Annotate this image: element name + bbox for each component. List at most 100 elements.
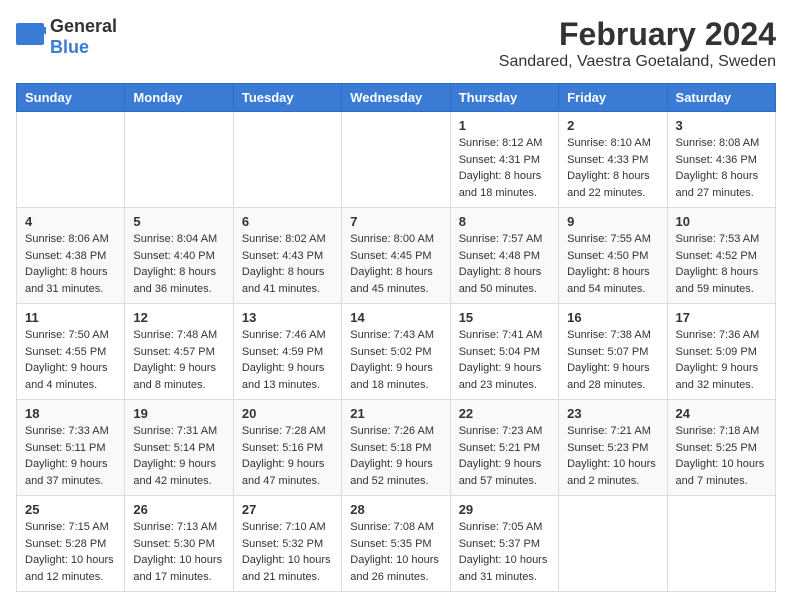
day-info: Sunrise: 7:43 AMSunset: 5:02 PMDaylight:…	[350, 327, 441, 393]
calendar-cell	[342, 112, 450, 208]
calendar-cell: 23 Sunrise: 7:21 AMSunset: 5:23 PMDayligh…	[559, 400, 667, 496]
calendar-cell: 24 Sunrise: 7:18 AMSunset: 5:25 PMDayligh…	[667, 400, 775, 496]
calendar-cell	[667, 496, 775, 592]
day-number: 26	[133, 502, 224, 517]
day-number: 9	[567, 214, 658, 229]
logo-general: General	[50, 16, 117, 36]
calendar-cell: 8 Sunrise: 7:57 AMSunset: 4:48 PMDaylight…	[450, 208, 558, 304]
day-number: 18	[25, 406, 116, 421]
weekday-header-sunday: Sunday	[17, 84, 125, 112]
month-year-title: February 2024	[499, 16, 776, 53]
day-info: Sunrise: 7:23 AMSunset: 5:21 PMDaylight:…	[459, 423, 550, 489]
weekday-header-row: SundayMondayTuesdayWednesdayThursdayFrid…	[17, 84, 776, 112]
day-info: Sunrise: 7:28 AMSunset: 5:16 PMDaylight:…	[242, 423, 333, 489]
day-number: 23	[567, 406, 658, 421]
calendar-cell: 9 Sunrise: 7:55 AMSunset: 4:50 PMDaylight…	[559, 208, 667, 304]
calendar-cell	[125, 112, 233, 208]
day-info: Sunrise: 7:15 AMSunset: 5:28 PMDaylight:…	[25, 519, 116, 585]
logo-icon	[16, 23, 46, 51]
calendar-cell: 28 Sunrise: 7:08 AMSunset: 5:35 PMDayligh…	[342, 496, 450, 592]
calendar-cell: 3 Sunrise: 8:08 AMSunset: 4:36 PMDaylight…	[667, 112, 775, 208]
calendar-cell: 18 Sunrise: 7:33 AMSunset: 5:11 PMDayligh…	[17, 400, 125, 496]
day-info: Sunrise: 8:00 AMSunset: 4:45 PMDaylight:…	[350, 231, 441, 297]
day-number: 13	[242, 310, 333, 325]
calendar-cell: 21Sunrise: 7:26 AMSunset: 5:18 PMDayligh…	[342, 400, 450, 496]
calendar-cell: 14 Sunrise: 7:43 AMSunset: 5:02 PMDayligh…	[342, 304, 450, 400]
calendar-week-row: 11Sunrise: 7:50 AMSunset: 4:55 PMDayligh…	[17, 304, 776, 400]
calendar-cell: 6 Sunrise: 8:02 AMSunset: 4:43 PMDaylight…	[233, 208, 341, 304]
day-number: 2	[567, 118, 658, 133]
calendar-cell: 15 Sunrise: 7:41 AMSunset: 5:04 PMDayligh…	[450, 304, 558, 400]
logo: General Blue	[16, 16, 117, 58]
day-number: 28	[350, 502, 441, 517]
day-info: Sunrise: 7:31 AMSunset: 5:14 PMDaylight:…	[133, 423, 224, 489]
day-info: Sunrise: 7:18 AMSunset: 5:25 PMDaylight:…	[676, 423, 767, 489]
day-number: 3	[676, 118, 767, 133]
weekday-header-monday: Monday	[125, 84, 233, 112]
day-info: Sunrise: 7:41 AMSunset: 5:04 PMDaylight:…	[459, 327, 550, 393]
day-number: 12	[133, 310, 224, 325]
weekday-header-tuesday: Tuesday	[233, 84, 341, 112]
calendar-cell: 22Sunrise: 7:23 AMSunset: 5:21 PMDayligh…	[450, 400, 558, 496]
calendar-cell: 7Sunrise: 8:00 AMSunset: 4:45 PMDaylight…	[342, 208, 450, 304]
day-number: 29	[459, 502, 550, 517]
day-number: 24	[676, 406, 767, 421]
day-info: Sunrise: 7:53 AMSunset: 4:52 PMDaylight:…	[676, 231, 767, 297]
day-info: Sunrise: 7:46 AMSunset: 4:59 PMDaylight:…	[242, 327, 333, 393]
weekday-header-friday: Friday	[559, 84, 667, 112]
day-info: Sunrise: 7:48 AMSunset: 4:57 PMDaylight:…	[133, 327, 224, 393]
day-number: 17	[676, 310, 767, 325]
weekday-header-wednesday: Wednesday	[342, 84, 450, 112]
day-info: Sunrise: 8:06 AMSunset: 4:38 PMDaylight:…	[25, 231, 116, 297]
day-info: Sunrise: 8:10 AMSunset: 4:33 PMDaylight:…	[567, 135, 658, 201]
day-info: Sunrise: 8:08 AMSunset: 4:36 PMDaylight:…	[676, 135, 767, 201]
day-number: 20	[242, 406, 333, 421]
calendar-cell	[559, 496, 667, 592]
calendar-cell: 25 Sunrise: 7:15 AMSunset: 5:28 PMDayligh…	[17, 496, 125, 592]
logo-blue: Blue	[50, 37, 89, 57]
day-info: Sunrise: 7:55 AMSunset: 4:50 PMDaylight:…	[567, 231, 658, 297]
day-info: Sunrise: 7:26 AMSunset: 5:18 PMDaylight:…	[350, 423, 441, 489]
day-info: Sunrise: 8:12 AMSunset: 4:31 PMDaylight:…	[459, 135, 550, 201]
calendar-cell: 4 Sunrise: 8:06 AMSunset: 4:38 PMDaylight…	[17, 208, 125, 304]
day-number: 27	[242, 502, 333, 517]
calendar-cell: 5 Sunrise: 8:04 AMSunset: 4:40 PMDaylight…	[125, 208, 233, 304]
calendar-cell: 26 Sunrise: 7:13 AMSunset: 5:30 PMDayligh…	[125, 496, 233, 592]
calendar-week-row: 1 Sunrise: 8:12 AMSunset: 4:31 PMDaylight…	[17, 112, 776, 208]
title-block: February 2024 Sandared, Vaestra Goetalan…	[499, 16, 776, 71]
day-info: Sunrise: 7:21 AMSunset: 5:23 PMDaylight:…	[567, 423, 658, 489]
day-number: 5	[133, 214, 224, 229]
day-number: 4	[25, 214, 116, 229]
day-info: Sunrise: 7:57 AMSunset: 4:48 PMDaylight:…	[459, 231, 550, 297]
location-subtitle: Sandared, Vaestra Goetaland, Sweden	[499, 53, 776, 71]
calendar-cell: 12 Sunrise: 7:48 AMSunset: 4:57 PMDayligh…	[125, 304, 233, 400]
day-info: Sunrise: 7:05 AMSunset: 5:37 PMDaylight:…	[459, 519, 550, 585]
day-number: 15	[459, 310, 550, 325]
calendar-cell: 29 Sunrise: 7:05 AMSunset: 5:37 PMDayligh…	[450, 496, 558, 592]
day-number: 8	[459, 214, 550, 229]
calendar-cell: 19Sunrise: 7:31 AMSunset: 5:14 PMDayligh…	[125, 400, 233, 496]
day-info: Sunrise: 8:04 AMSunset: 4:40 PMDaylight:…	[133, 231, 224, 297]
day-info: Sunrise: 8:02 AMSunset: 4:43 PMDaylight:…	[242, 231, 333, 297]
calendar-week-row: 18 Sunrise: 7:33 AMSunset: 5:11 PMDayligh…	[17, 400, 776, 496]
weekday-header-thursday: Thursday	[450, 84, 558, 112]
day-number: 11	[25, 310, 116, 325]
calendar-cell: 13 Sunrise: 7:46 AMSunset: 4:59 PMDayligh…	[233, 304, 341, 400]
day-number: 6	[242, 214, 333, 229]
calendar-cell: 1 Sunrise: 8:12 AMSunset: 4:31 PMDaylight…	[450, 112, 558, 208]
calendar-cell: 11Sunrise: 7:50 AMSunset: 4:55 PMDayligh…	[17, 304, 125, 400]
day-number: 10	[676, 214, 767, 229]
calendar-cell: 2 Sunrise: 8:10 AMSunset: 4:33 PMDaylight…	[559, 112, 667, 208]
calendar-table: SundayMondayTuesdayWednesdayThursdayFrid…	[16, 83, 776, 592]
calendar-week-row: 25 Sunrise: 7:15 AMSunset: 5:28 PMDayligh…	[17, 496, 776, 592]
day-number: 25	[25, 502, 116, 517]
day-info: Sunrise: 7:08 AMSunset: 5:35 PMDaylight:…	[350, 519, 441, 585]
day-number: 1	[459, 118, 550, 133]
day-info: Sunrise: 7:33 AMSunset: 5:11 PMDaylight:…	[25, 423, 116, 489]
day-info: Sunrise: 7:36 AMSunset: 5:09 PMDaylight:…	[676, 327, 767, 393]
day-info: Sunrise: 7:13 AMSunset: 5:30 PMDaylight:…	[133, 519, 224, 585]
day-number: 16	[567, 310, 658, 325]
calendar-cell	[17, 112, 125, 208]
day-number: 14	[350, 310, 441, 325]
calendar-cell: 16Sunrise: 7:38 AMSunset: 5:07 PMDayligh…	[559, 304, 667, 400]
